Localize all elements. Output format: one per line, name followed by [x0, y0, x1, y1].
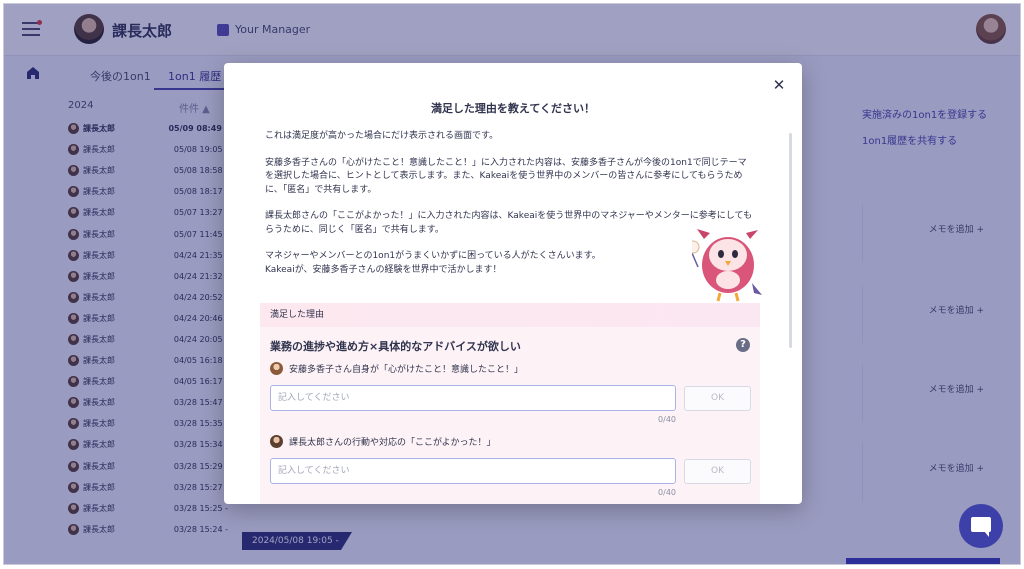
modal-scrollbar[interactable] [789, 133, 792, 348]
chat-button[interactable] [959, 504, 1003, 548]
close-icon[interactable]: ✕ [769, 75, 789, 95]
satisfied-reason-header: 満足した理由 [260, 303, 760, 327]
description-paragraph: これは満足度が高かった場合にだけ表示される画面です。 [265, 131, 499, 141]
ok-button[interactable]: OK [684, 386, 751, 411]
modal-title: 満足した理由を教えてください！ [430, 102, 596, 115]
description-paragraph: 課長太郎さんの「ここがよかった！」に入力された内容は、Kakeaiを使う世界中の… [265, 211, 753, 235]
char-counter: 0/40 [658, 415, 676, 424]
member-avatar [270, 362, 283, 375]
reason-heading: 業務の進捗や進め方×具体的なアドバイスが欲しい [270, 340, 521, 353]
modal-description: これは満足度が高かった場合にだけ表示される画面です。 安藤多香子さんの「心がけた… [265, 130, 755, 290]
manager-avatar [270, 435, 283, 448]
question-label: 課長太郎さんの行動や対応の「ここがよかった！」 [289, 438, 496, 448]
ok-button[interactable]: OK [684, 459, 751, 484]
description-paragraph: 安藤多香子さんの「心がけたこと！意識したこと！」に入力された内容は、安藤多香子さ… [265, 157, 747, 195]
satisfaction-reason-modal: ✕ 満足した理由を教えてください！ これは満足度が高かった場合にだけ表示される画… [224, 63, 802, 504]
chat-icon [971, 517, 991, 537]
reason-section: 業務の進捗や進め方×具体的なアドバイスが欲しい ? 安藤多香子さん自身が「心がけ… [260, 327, 760, 504]
manager-answer-input[interactable] [270, 458, 676, 484]
question-label: 安藤多香子さん自身が「心がけたこと！意識したこと！」 [289, 365, 524, 375]
char-counter: 0/40 [658, 488, 676, 497]
question-manager: 課長太郎さんの行動や対応の「ここがよかった！」 [270, 435, 496, 448]
description-line: Kakeaiが、安藤多香子さんの経験を世界中で活かします！ [265, 264, 502, 275]
owl-mascot-icon [692, 229, 762, 302]
description-line: マネジャーやメンバーとの1on1がうまくいかずに困っている人がたくさんいます。 [265, 251, 601, 261]
description-paragraph: マネジャーやメンバーとの1on1がうまくいかずに困っている人がたくさんいます。 … [265, 250, 755, 277]
app-frame: 課長太郎 Your Manager 今後の1on1 1on1 履歴 2024 件… [3, 3, 1021, 565]
member-answer-input[interactable] [270, 385, 676, 411]
question-member: 安藤多香子さん自身が「心がけたこと！意識したこと！」 [270, 362, 523, 375]
help-icon[interactable]: ? [736, 338, 750, 352]
